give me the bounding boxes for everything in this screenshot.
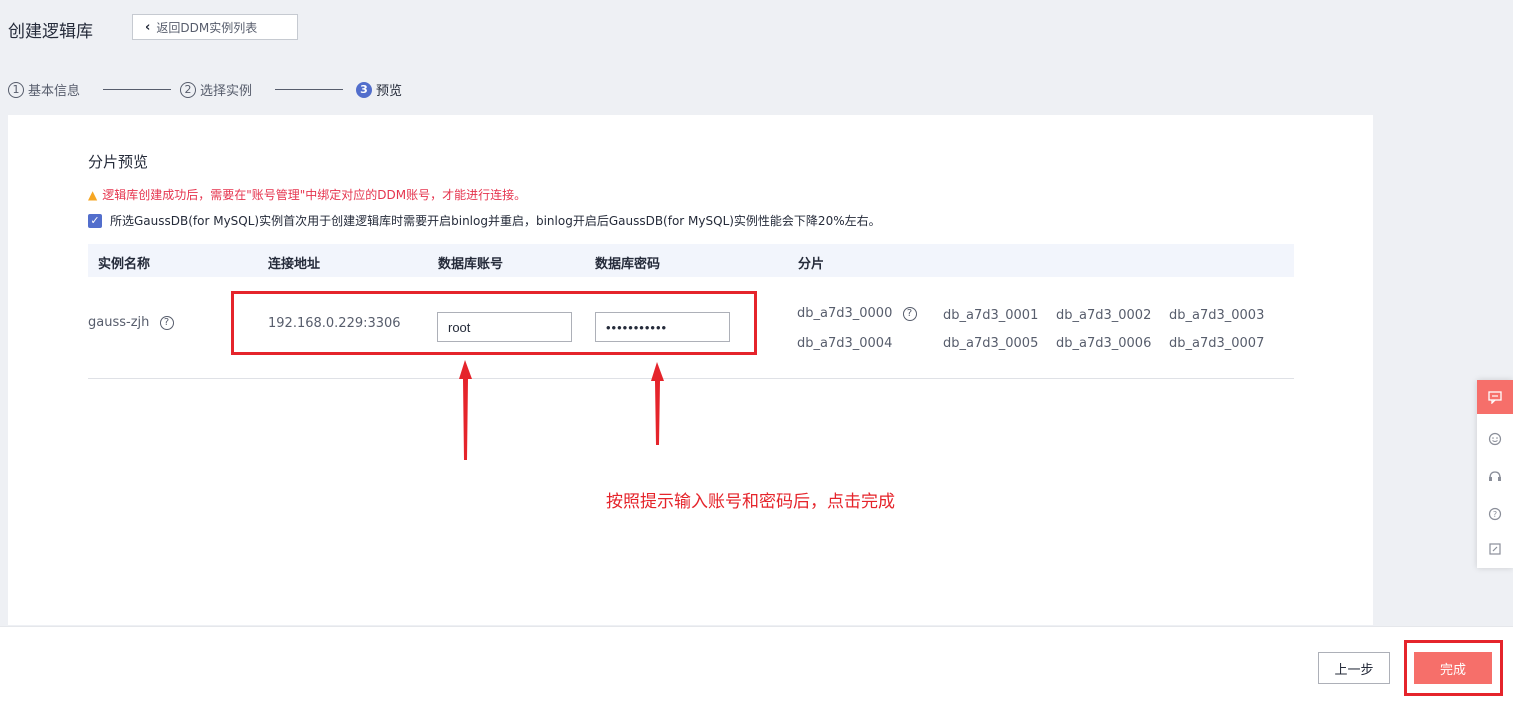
help-icon[interactable]: ? — [902, 306, 917, 321]
instance-name: gauss-zjh — [88, 315, 150, 330]
column-header: 数据库密码 — [595, 257, 661, 272]
previous-step-button[interactable]: 上一步 — [1318, 652, 1390, 684]
smile-icon[interactable] — [1477, 422, 1513, 456]
step-connector — [275, 89, 343, 90]
footer-bar — [0, 626, 1513, 709]
warning-text: 逻辑库创建成功后，需要在"账号管理"中绑定对应的DDM账号，才能进行连接。 — [102, 188, 527, 202]
binlog-notice: ✓ 所选GaussDB(for MySQL)实例首次用于创建逻辑库时需要开启bi… — [88, 212, 881, 229]
binlog-checkbox[interactable]: ✓ — [88, 213, 102, 228]
instance-name-cell: gauss-zjh ? — [88, 315, 174, 330]
page-title: 创建逻辑库 — [8, 22, 93, 42]
shard-item: db_a7d3_0001 — [943, 308, 1039, 323]
step-number: 1 — [8, 81, 24, 98]
shard-item: db_a7d3_0003 — [1169, 308, 1265, 323]
chevron-left-icon: ‹ — [145, 19, 151, 35]
svg-text:?: ? — [1493, 510, 1497, 519]
column-header: 数据库账号 — [438, 257, 504, 272]
warning-icon: ▲ — [88, 187, 98, 202]
step-connector — [103, 89, 171, 90]
step-label: 预览 — [376, 84, 403, 99]
step-basic-info: 1 基本信息 — [8, 80, 80, 99]
step-select-instance: 2 选择实例 — [180, 80, 252, 99]
column-header: 连接地址 — [268, 257, 321, 272]
finish-button[interactable]: 完成 — [1414, 652, 1492, 684]
back-button-label: 返回DDM实例列表 — [156, 20, 258, 35]
red-arrow — [651, 362, 664, 445]
step-label: 选择实例 — [200, 84, 253, 99]
step-number-active: 3 — [356, 81, 372, 98]
warning-message: ▲ 逻辑库创建成功后，需要在"账号管理"中绑定对应的DDM账号，才能进行连接。 — [88, 186, 526, 203]
shard-item: db_a7d3_0002 — [1056, 308, 1152, 323]
shard-item: db_a7d3_0004 — [797, 336, 893, 351]
annotation-arrows — [459, 360, 664, 460]
help-icon[interactable]: ? — [1477, 497, 1513, 531]
binlog-notice-text: 所选GaussDB(for MySQL)实例首次用于创建逻辑库时需要开启binl… — [110, 214, 881, 228]
red-arrow — [459, 360, 472, 460]
step-number: 2 — [180, 81, 196, 98]
headset-icon[interactable] — [1477, 460, 1513, 494]
feedback-icon[interactable] — [1477, 380, 1513, 414]
back-to-instance-list-button[interactable]: ‹ 返回DDM实例列表 — [132, 14, 298, 40]
step-label: 基本信息 — [28, 84, 81, 99]
table-divider — [88, 378, 1294, 379]
shard-item: db_a7d3_0006 — [1056, 336, 1152, 351]
edit-icon[interactable] — [1477, 532, 1513, 566]
shard-name: db_a7d3_0000 — [797, 306, 893, 321]
column-header: 分片 — [798, 257, 825, 272]
float-toolbar: ? — [1477, 380, 1513, 568]
section-title: 分片预览 — [88, 153, 149, 171]
step-preview: 3 预览 — [356, 80, 402, 99]
shard-item: db_a7d3_0000 ? — [797, 306, 917, 321]
highlight-box — [231, 291, 757, 355]
shard-item: db_a7d3_0007 — [1169, 336, 1265, 351]
column-header: 实例名称 — [98, 257, 151, 272]
shard-item: db_a7d3_0005 — [943, 336, 1039, 351]
help-icon[interactable]: ? — [159, 315, 174, 330]
table-header: 实例名称 连接地址 数据库账号 数据库密码 分片 — [88, 244, 1294, 277]
annotation-text: 按照提示输入账号和密码后，点击完成 — [606, 492, 895, 512]
